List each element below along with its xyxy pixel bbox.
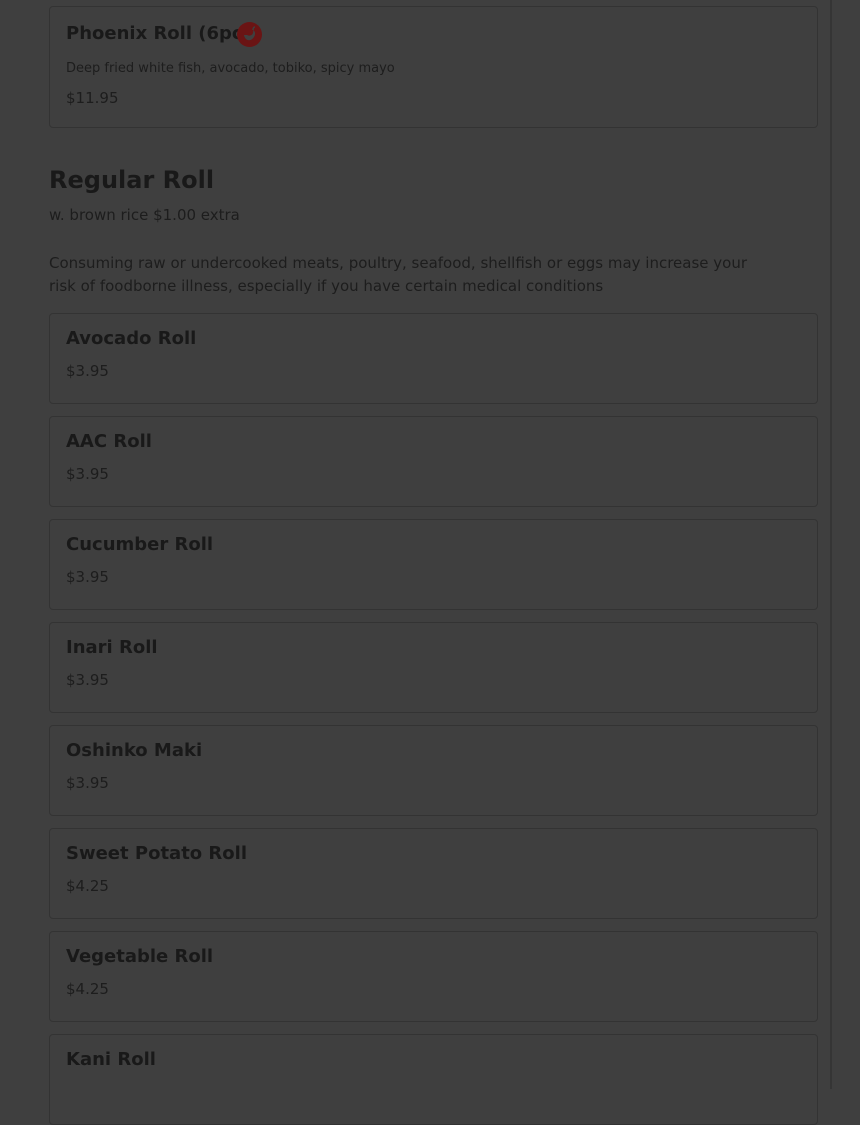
menu-item-name: Sweet Potato Roll — [66, 843, 247, 864]
menu-item-price: $11.95 — [66, 89, 119, 107]
menu-item-card[interactable]: Kani Roll — [49, 1034, 818, 1125]
menu-item-price: $3.95 — [66, 465, 109, 483]
menu-item-price: $3.95 — [66, 671, 109, 689]
menu-item-card[interactable]: Inari Roll $3.95 — [49, 622, 818, 713]
section-subtitle: w. brown rice $1.00 extra — [49, 206, 240, 224]
menu-item-card[interactable]: Vegetable Roll $4.25 — [49, 931, 818, 1022]
page-edge-divider — [830, 0, 832, 1089]
menu-item-card[interactable]: Avocado Roll $3.95 — [49, 313, 818, 404]
menu-item-name: Phoenix Roll (6pcs) — [66, 23, 262, 44]
menu-page: Phoenix Roll (6pcs) Deep fried white fis… — [0, 0, 830, 1125]
menu-item-price: $3.95 — [66, 568, 109, 586]
spicy-icon — [237, 22, 262, 47]
menu-item-card[interactable]: AAC Roll $3.95 — [49, 416, 818, 507]
menu-item-name: Avocado Roll — [66, 328, 197, 349]
food-safety-warning: Consuming raw or undercooked meats, poul… — [49, 254, 748, 295]
menu-item-description: Deep fried white fish, avocado, tobiko, … — [66, 61, 395, 76]
menu-item-name: Kani Roll — [66, 1049, 156, 1070]
menu-item-card[interactable]: Cucumber Roll $3.95 — [49, 519, 818, 610]
menu-item-name: Oshinko Maki — [66, 740, 203, 761]
menu-item-price: $3.95 — [66, 774, 109, 792]
menu-item-card[interactable]: Sweet Potato Roll $4.25 — [49, 828, 818, 919]
menu-item-name: Inari Roll — [66, 637, 158, 658]
menu-item-name: AAC Roll — [66, 431, 152, 452]
menu-item-name: Vegetable Roll — [66, 946, 214, 967]
menu-item-name: Cucumber Roll — [66, 534, 214, 555]
menu-item-price: $4.25 — [66, 877, 109, 895]
menu-item-card[interactable]: Oshinko Maki $3.95 — [49, 725, 818, 816]
menu-item-price: $4.25 — [66, 980, 109, 998]
menu-item-card[interactable]: Phoenix Roll (6pcs) Deep fried white fis… — [49, 6, 818, 128]
menu-item-price: $3.95 — [66, 362, 109, 380]
section-title: Regular Roll — [49, 166, 215, 194]
